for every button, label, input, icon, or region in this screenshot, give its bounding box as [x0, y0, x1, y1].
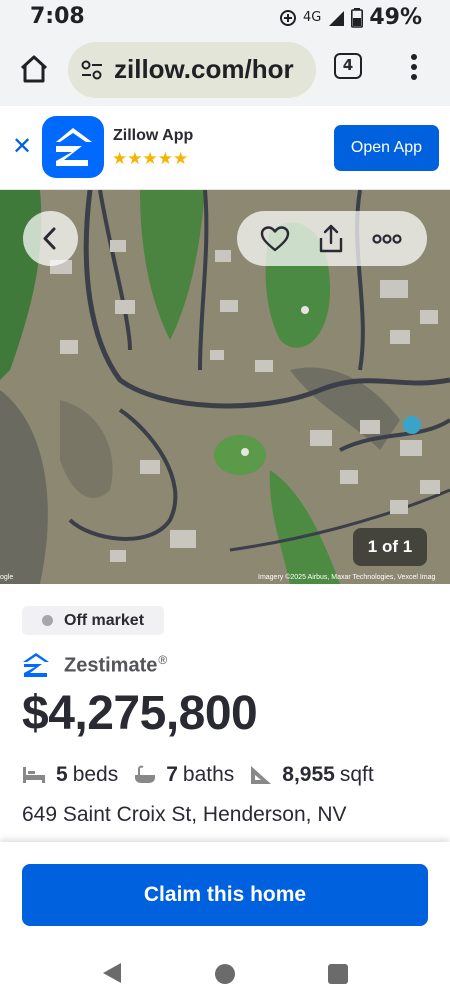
- back-button[interactable]: [23, 211, 78, 266]
- sqft-fact: 8,955 sqft: [250, 763, 374, 787]
- property-address: 649 Saint Croix St, Henderson, NV: [22, 803, 347, 826]
- status-time: 7:08: [30, 4, 85, 29]
- bathtub-icon: [135, 765, 156, 783]
- zestimate-text: Zestimate: [64, 654, 158, 677]
- zestimate-price: $4,275,800: [22, 687, 258, 740]
- zestimate-logo-icon: [23, 653, 49, 677]
- site-settings-icon[interactable]: [80, 59, 104, 81]
- status-bar: 7:08 4G 49%: [0, 0, 450, 36]
- map-attribution-left: ogle: [0, 574, 14, 581]
- app-name: Zillow App: [113, 127, 194, 144]
- tab-switcher-button[interactable]: 4: [334, 53, 362, 79]
- sqft-value: 8,955: [282, 763, 335, 786]
- baths-label: baths: [182, 763, 235, 786]
- bottom-action-panel: Claim this home: [0, 842, 450, 942]
- home-button[interactable]: [16, 51, 52, 87]
- more-options-icon[interactable]: [371, 223, 403, 255]
- ruler-triangle-icon: [251, 766, 272, 784]
- nav-back-icon[interactable]: [102, 962, 122, 984]
- baths-fact: 7 baths: [134, 763, 234, 787]
- bed-icon: [23, 767, 45, 783]
- browser-menu-button[interactable]: [402, 50, 426, 84]
- zestimate-label[interactable]: Zestimate®: [64, 653, 167, 678]
- beds-fact: 5 beds: [22, 763, 118, 787]
- network-type: 4G: [302, 10, 322, 25]
- beds-label: beds: [72, 763, 119, 786]
- sqft-label: sqft: [339, 763, 374, 786]
- status-icons: 4G 49%: [279, 5, 422, 30]
- home-icon: [20, 55, 48, 83]
- heart-icon[interactable]: [259, 223, 291, 255]
- zillow-app-icon: [42, 116, 104, 178]
- url-text: zillow.com/hor: [114, 54, 294, 84]
- status-text: Off market: [64, 612, 145, 629]
- claim-home-button[interactable]: Claim this home: [22, 864, 428, 926]
- listing-photo[interactable]: 1 of 1 ogle Imagery ©2025 Airbus, Maxar …: [0, 190, 450, 584]
- system-nav-bar: [0, 942, 450, 1000]
- app-install-banner: ✕ Zillow App ★★★★★ Open App: [0, 106, 450, 190]
- battery-percent: 49%: [369, 5, 422, 30]
- data-saver-icon: [279, 9, 296, 26]
- status-dot: [42, 615, 53, 626]
- open-app-button[interactable]: Open App: [334, 125, 439, 171]
- share-icon[interactable]: [315, 223, 347, 255]
- browser-toolbar: zillow.com/hor 4: [0, 36, 450, 106]
- status-badge: Off market: [22, 606, 165, 635]
- nav-recents-button[interactable]: [328, 964, 348, 984]
- more-vert-icon: [411, 54, 417, 80]
- nav-home-button[interactable]: [215, 964, 235, 984]
- beds-value: 5: [56, 763, 68, 786]
- registered-mark: ®: [158, 652, 168, 667]
- address-bar[interactable]: zillow.com/hor: [68, 42, 316, 98]
- zestimate-header: Zestimate®: [22, 650, 167, 680]
- zillow-logo-icon: [56, 128, 92, 166]
- signal-icon: [329, 10, 345, 26]
- imagery-credit: Imagery ©2025 Airbus, Maxar Technologies…: [258, 574, 436, 581]
- baths-value: 7: [166, 763, 178, 786]
- rating-stars: ★★★★★: [112, 149, 189, 169]
- photo-action-group: [237, 211, 427, 266]
- battery-icon: [351, 7, 364, 28]
- photo-counter: 1 of 1: [353, 528, 427, 566]
- chevron-left-icon: [43, 227, 56, 250]
- home-facts: 5 beds 7 baths 8,955 sqft: [22, 760, 390, 790]
- close-banner-button[interactable]: ✕: [12, 134, 32, 158]
